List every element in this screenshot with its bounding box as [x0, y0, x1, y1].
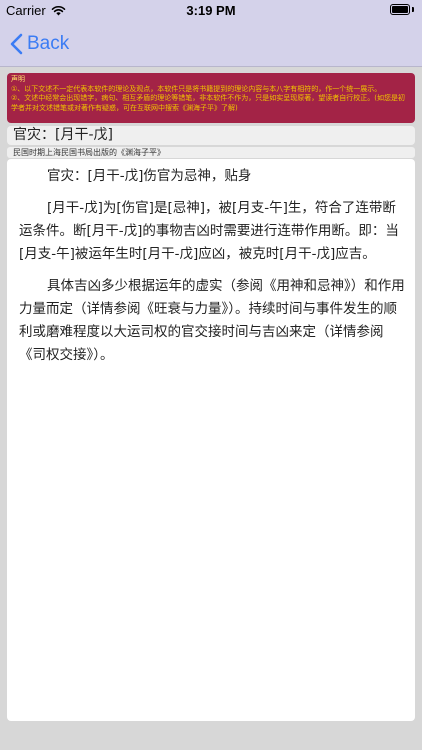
- disclaimer-line-2: ②、文述中经常会出现错字，病句、相互矛盾的理论等错笔，非本软件不作为，只是如实呈…: [11, 94, 406, 112]
- status-time: 3:19 PM: [186, 3, 236, 18]
- content-panel[interactable]: 官灾：[月干-戊]伤官为忌神，贴身 [月干-戊]为[伤官]是[忌神]，被[月支-…: [7, 159, 415, 721]
- battery-icon: [390, 4, 414, 16]
- disclaimer-line-1: ①、以下文述不一定代表本软件的理论及观点，本软件只是将书籍提到的理论内容与本八字…: [11, 84, 382, 93]
- disclaimer-title: 声明: [11, 75, 25, 83]
- content-paragraph-1: 官灾：[月干-戊]伤官为忌神，贴身: [47, 168, 252, 184]
- chevron-left-icon: [10, 33, 23, 55]
- content-paragraph-2: [月干-戊]为[伤官]是[忌神]，被[月支-午]生，符合了连带断运条件。断[月干…: [19, 200, 399, 262]
- back-button[interactable]: Back: [10, 31, 69, 57]
- disclaimer-box: 声明 ①、以下文述不一定代表本软件的理论及观点，本软件只是将书籍提到的理论内容与…: [7, 73, 415, 123]
- content-paragraph-3: 具体吉凶多少根据运年的虚实（参阅《用神和忌神》）和作用力量而定（详情参阅《旺衰与…: [19, 278, 405, 363]
- page-title: 官灾：[月干-戊]: [7, 126, 415, 145]
- navigation-bar: Back: [0, 22, 422, 67]
- status-bar: Carrier 3:19 PM: [0, 0, 422, 22]
- source-label: 民国时期上海民国书局出版的《渊海子平》: [7, 147, 415, 158]
- back-label: Back: [27, 33, 70, 54]
